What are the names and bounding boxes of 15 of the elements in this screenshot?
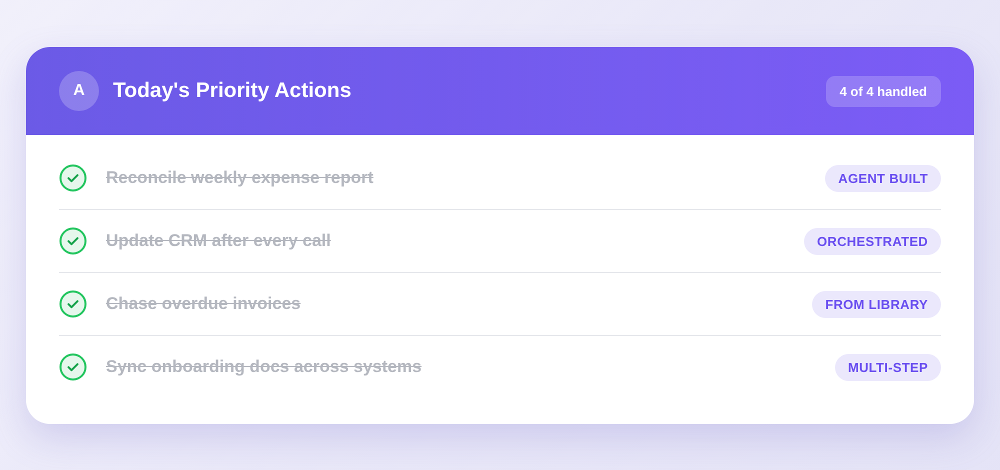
task-label: Sync onboarding docs across systems [106, 357, 423, 377]
checkbox[interactable] [59, 290, 87, 318]
task-tag: FROM LIBRARY [812, 290, 941, 318]
task-label: Chase overdue invoices [106, 294, 302, 314]
checkbox[interactable] [59, 164, 87, 192]
task-tag: ORCHESTRATED [804, 228, 941, 254]
checkbox[interactable] [59, 227, 87, 255]
task-tag: MULTI-STEP [834, 354, 941, 380]
task-tag: AGENT BUILT [825, 164, 941, 192]
progress-badge: 4 of 4 handled [826, 76, 941, 106]
task-label: Reconcile weekly expense report [106, 168, 374, 188]
task-label: Update CRM after every call [106, 231, 332, 251]
card-title: Today's Priority Actions [113, 79, 352, 103]
checkbox[interactable] [59, 353, 87, 381]
avatar: A [59, 71, 99, 111]
